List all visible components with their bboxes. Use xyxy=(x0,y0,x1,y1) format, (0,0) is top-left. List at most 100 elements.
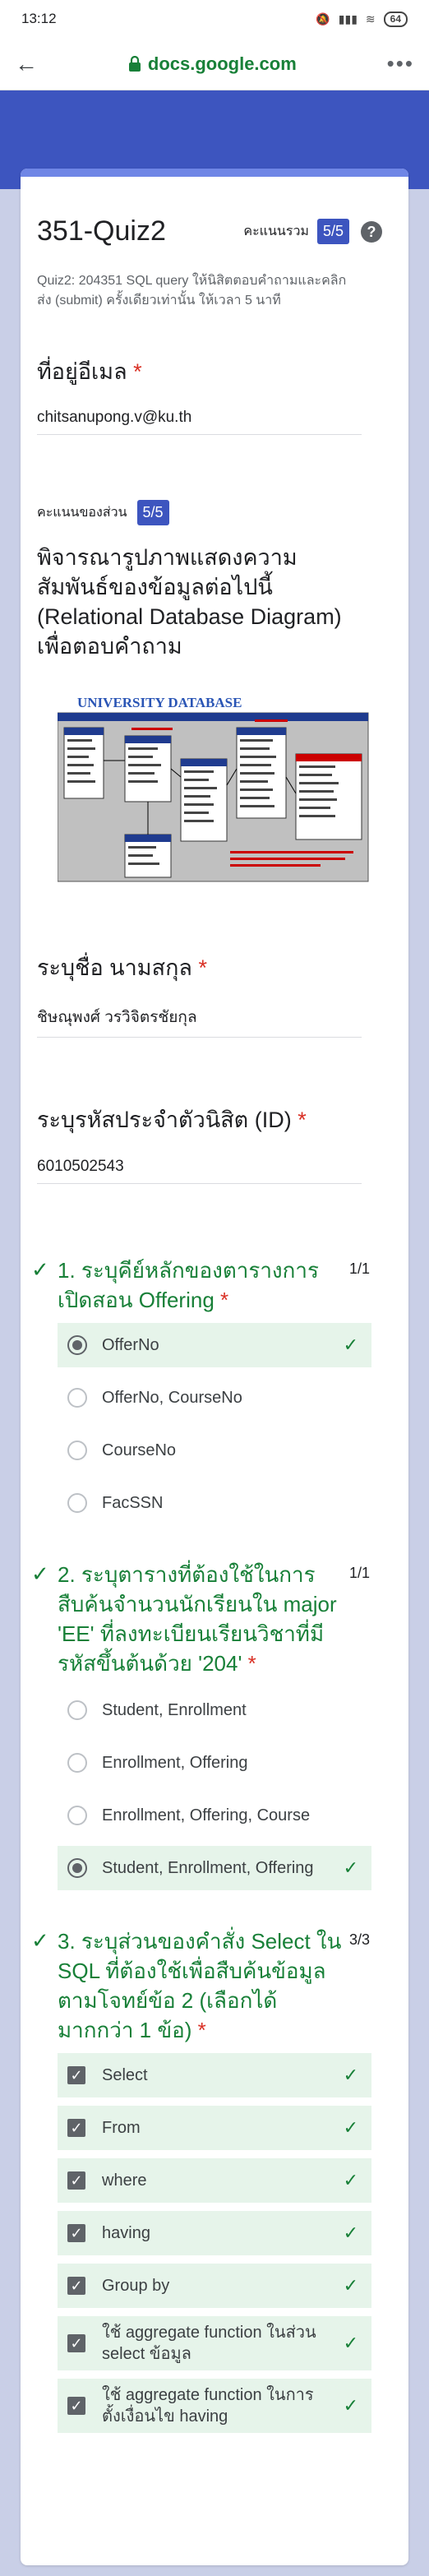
q3-option-1-label: Select xyxy=(102,2065,148,2084)
q3-option-3-label: where xyxy=(102,2171,147,2190)
email-question: ที่อยู่อีเมล * xyxy=(37,354,366,389)
database-diagram-image: UNIVERSITY DATABASE xyxy=(57,695,370,896)
name-field: ชิษณุพงศ์ วรวิจิตรชัยกุล xyxy=(37,1005,362,1038)
status-icons: 🔕 ▮▮▮ ≋ 64 xyxy=(316,11,408,27)
correct-check-icon: ✓ xyxy=(343,2395,358,2416)
radio-empty-icon xyxy=(67,1441,87,1460)
checkbox-checked-icon: ✓ xyxy=(67,2066,85,2084)
radio-empty-icon xyxy=(67,1806,87,1825)
correct-check-icon: ✓ xyxy=(343,2117,358,2138)
q2-option-4[interactable]: Student, Enrollment, Offering ✓ xyxy=(58,1846,371,1890)
question-2: ✓ 2. ระบุตารางที่ต้องใช้ในการสืบค้นจำนวน… xyxy=(31,1560,370,1678)
question-2-text: 2. ระบุตารางที่ต้องใช้ในการสืบค้นจำนวนนั… xyxy=(58,1562,337,1676)
q2-option-4-label: Student, Enrollment, Offering xyxy=(102,1858,314,1877)
correct-check-icon: ✓ xyxy=(343,1857,358,1878)
question-3-text: 3. ระบุส่วนของคำสั่ง Select ใน SQL ที่ต้… xyxy=(58,1929,342,2042)
total-score-label: คะแนนรวม xyxy=(243,224,309,238)
checkbox-checked-icon: ✓ xyxy=(67,2171,85,2190)
help-icon[interactable]: ? xyxy=(361,220,382,243)
checkbox-checked-icon: ✓ xyxy=(67,2224,85,2242)
q3-option-5[interactable]: ✓ Group by ✓ xyxy=(58,2264,371,2308)
q3-option-1[interactable]: ✓ Select ✓ xyxy=(58,2053,371,2097)
question-2-points: 1/1 xyxy=(348,1565,370,1581)
lock-icon xyxy=(128,55,141,72)
more-menu-icon[interactable]: ••• xyxy=(387,51,414,76)
correct-check-icon: ✓ xyxy=(31,1561,49,1586)
q3-option-4-label: having xyxy=(102,2223,150,2242)
q2-option-3[interactable]: Enrollment, Offering, Course xyxy=(58,1793,371,1838)
browser-toolbar: ← docs.google.com ••• xyxy=(0,38,429,90)
url-text: docs.google.com xyxy=(147,53,297,74)
email-label: ที่อยู่อีเมล * xyxy=(37,359,142,384)
q1-option-3[interactable]: CourseNo xyxy=(58,1428,371,1473)
mute-icon: 🔕 xyxy=(316,12,330,25)
form-description: Quiz2: 204351 SQL query ให้นิสิตตอบคำถาม… xyxy=(37,274,347,308)
correct-check-icon: ✓ xyxy=(343,2170,358,2190)
section-score-label: คะแนนของส่วน xyxy=(37,506,127,520)
q3-option-5-label: Group by xyxy=(102,2276,170,2295)
radio-empty-icon xyxy=(67,1753,87,1773)
correct-check-icon: ✓ xyxy=(343,2275,358,2296)
q2-option-1[interactable]: Student, Enrollment xyxy=(58,1688,371,1732)
form-title-row: 351-Quiz2 คะแนนรวม 5/5 ? xyxy=(37,215,382,247)
section-heading: พิจารณารูปภาพแสดงความสัมพันธ์ของข้อมูลต่… xyxy=(37,545,342,659)
radio-empty-icon xyxy=(67,1700,87,1720)
q3-option-7[interactable]: ✓ ใช้ aggregate function ในการตั้งเงื่อนไ… xyxy=(58,2379,371,2433)
total-score-badge: 5/5 xyxy=(316,219,349,244)
q1-option-4[interactable]: FacSSN xyxy=(58,1481,371,1525)
q3-option-3[interactable]: ✓ where ✓ xyxy=(58,2158,371,2203)
q1-option-2[interactable]: OfferNo, CourseNo xyxy=(58,1376,371,1420)
correct-check-icon: ✓ xyxy=(31,1257,49,1282)
question-1: ✓ 1. ระบุคีย์หลักของตารางการเปิดสอน Offe… xyxy=(31,1256,370,1315)
q1-option-1-label: OfferNo xyxy=(102,1335,159,1354)
q1-option-4-label: FacSSN xyxy=(102,1493,164,1512)
wifi-icon: ≋ xyxy=(365,12,376,25)
correct-check-icon: ✓ xyxy=(343,2333,358,2353)
correct-check-icon: ✓ xyxy=(343,1334,358,1355)
name-label: ระบุชื่อ นามสกุล * xyxy=(37,955,208,980)
status-time: 13:12 xyxy=(21,11,57,26)
diagram-graphic xyxy=(57,712,369,882)
diagram-title: UNIVERSITY DATABASE xyxy=(77,695,242,710)
form-title: 351-Quiz2 xyxy=(37,215,166,247)
back-arrow-icon[interactable]: ← xyxy=(15,51,38,77)
radio-empty-icon xyxy=(67,1388,87,1408)
question-1-points: 1/1 xyxy=(348,1260,370,1277)
battery-icon: 64 xyxy=(383,11,408,27)
email-field: chitsanupong.v@ku.th xyxy=(37,409,362,435)
checkbox-checked-icon: ✓ xyxy=(67,2334,85,2352)
q2-option-1-label: Student, Enrollment xyxy=(102,1700,247,1719)
q1-option-3-label: CourseNo xyxy=(102,1441,177,1459)
question-3: ✓ 3. ระบุส่วนของคำสั่ง Select ใน SQL ที่… xyxy=(31,1926,370,2045)
radio-empty-icon xyxy=(67,1493,87,1513)
checkbox-checked-icon: ✓ xyxy=(67,2119,85,2137)
q2-option-2-label: Enrollment, Offering xyxy=(102,1753,248,1772)
q3-option-4[interactable]: ✓ having ✓ xyxy=(58,2211,371,2255)
card-accent-bar xyxy=(21,169,408,177)
id-question: ระบุรหัสประจำตัวนิสิต (ID) * xyxy=(37,1102,366,1137)
q2-option-3-label: Enrollment, Offering, Course xyxy=(102,1806,311,1824)
radio-selected-icon xyxy=(67,1335,87,1355)
status-bar: 13:12 🔕 ▮▮▮ ≋ 64 xyxy=(0,0,429,38)
correct-check-icon: ✓ xyxy=(31,1928,49,1953)
checkbox-checked-icon: ✓ xyxy=(67,2397,85,2415)
section-score-badge: 5/5 xyxy=(136,500,169,525)
question-1-text: 1. ระบุคีย์หลักของตารางการเปิดสอน Offeri… xyxy=(58,1258,319,1312)
correct-check-icon: ✓ xyxy=(343,2065,358,2085)
q3-option-6-label: ใช้ aggregate function ในส่วน select ข้อ… xyxy=(102,2324,316,2363)
name-question: ระบุชื่อ นามสกุล * xyxy=(37,950,366,985)
id-label: ระบุรหัสประจำตัวนิสิต (ID) * xyxy=(37,1108,307,1132)
q3-option-6[interactable]: ✓ ใช้ aggregate function ในส่วน select ข้… xyxy=(58,2316,371,2370)
radio-selected-icon xyxy=(67,1858,87,1878)
q3-option-7-label: ใช้ aggregate function ในการตั้งเงื่อนไข… xyxy=(102,2386,314,2426)
q3-option-2-label: From xyxy=(102,2118,141,2137)
q2-option-2[interactable]: Enrollment, Offering xyxy=(58,1741,371,1785)
section-score-row: คะแนนของส่วน 5/5 xyxy=(37,500,366,525)
address-bar[interactable]: docs.google.com xyxy=(128,53,297,75)
id-field: 6010502543 xyxy=(37,1158,362,1184)
q1-option-2-label: OfferNo, CourseNo xyxy=(102,1388,242,1407)
signal-icon: ▮▮▮ xyxy=(338,12,358,25)
q3-option-2[interactable]: ✓ From ✓ xyxy=(58,2106,371,2150)
checkbox-checked-icon: ✓ xyxy=(67,2277,85,2295)
q1-option-1[interactable]: OfferNo ✓ xyxy=(58,1323,371,1367)
